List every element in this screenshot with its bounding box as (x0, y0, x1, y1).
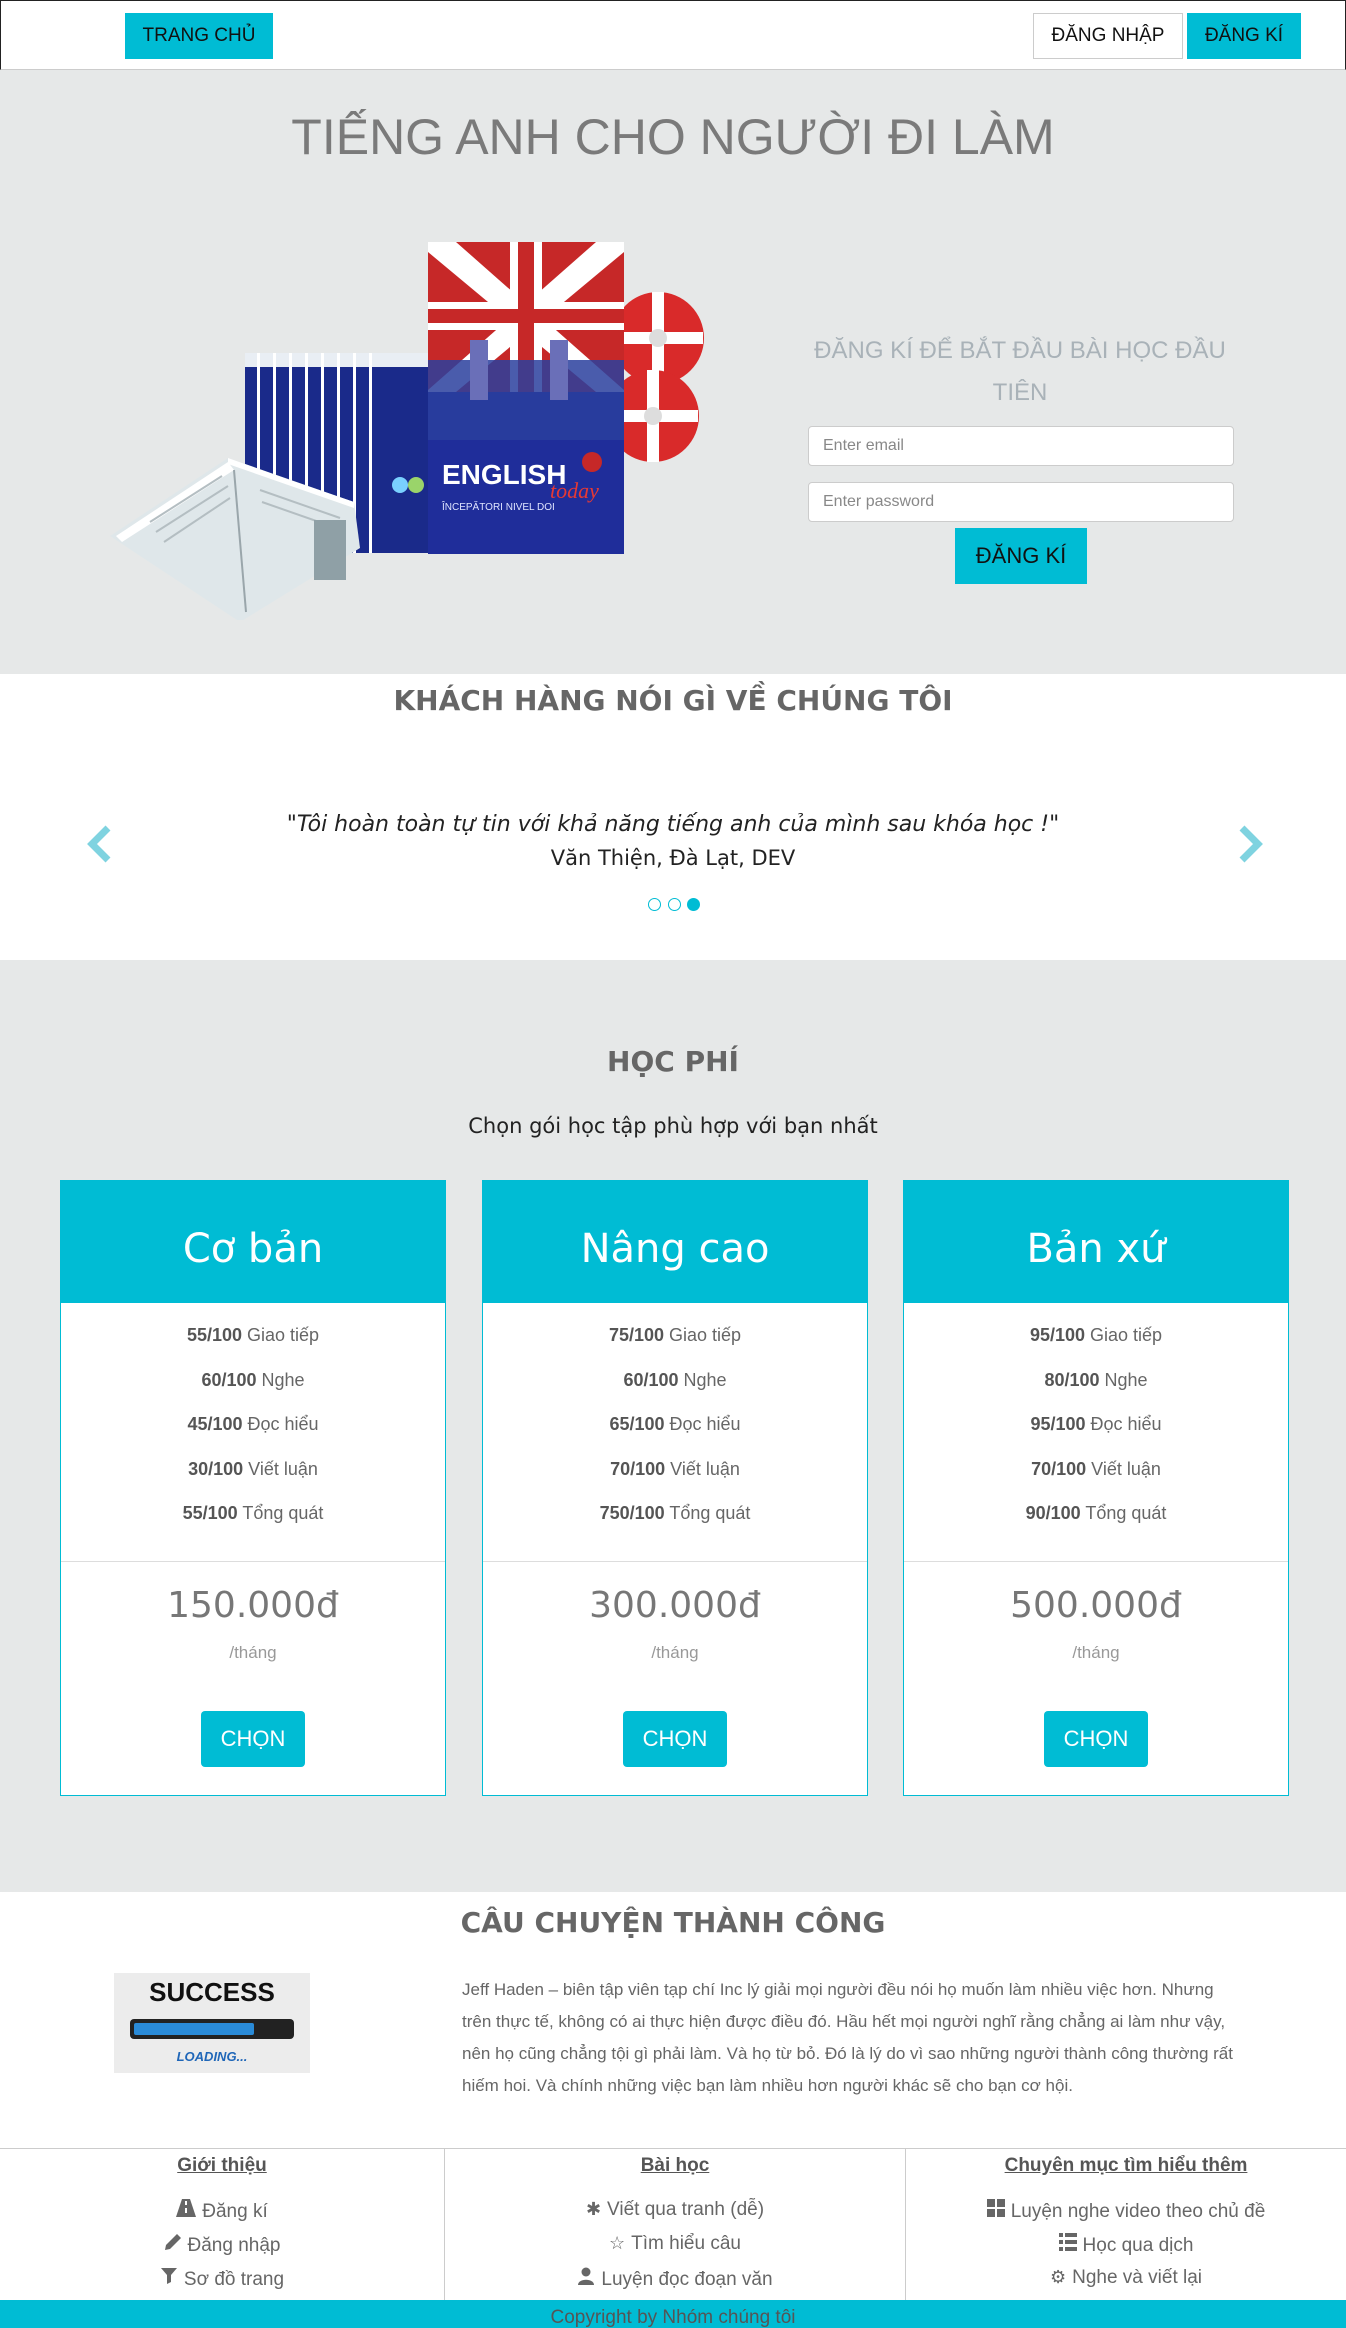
hero-section: TIẾNG ANH CHO NGƯỜI ĐI LÀM ENGLISH today… (0, 70, 1346, 674)
plan-divider (483, 1561, 867, 1562)
testimonial-quote: "Tôi hoàn toàn tự tin với khả năng tiếng… (286, 812, 1060, 837)
signup-submit-button[interactable]: ĐĂNG KÍ (955, 528, 1087, 584)
email-input[interactable] (808, 426, 1234, 466)
pricing-heading: HỌC PHÍ (607, 1045, 739, 1078)
pricing-subtitle: Chọn gói học tập phù hợp với bạn nhất (468, 1114, 878, 1138)
choose-plan-button[interactable]: CHỌN (1044, 1711, 1148, 1767)
plan-feature: 75/100 Giao tiếp (608, 1325, 742, 1345)
plan-period: /tháng (651, 1643, 699, 1662)
hero-title: TIẾNG ANH CHO NGƯỜI ĐI LÀM (291, 109, 1055, 165)
choose-plan-button[interactable]: CHỌN (623, 1711, 727, 1767)
plan-name: Bản xứ (904, 1181, 1288, 1303)
filter-icon (160, 2268, 177, 2284)
login-button[interactable]: ĐĂNG NHẬP (1033, 13, 1183, 59)
home-button[interactable]: TRANG CHỦ (125, 13, 273, 59)
footer-link-dictation[interactable]: ⚙ Nghe và viết lại (906, 2267, 1346, 2289)
success-image-caption: LOADING... (177, 2049, 248, 2064)
plan-feature: 70/100 Viết luận (1031, 1459, 1161, 1479)
plan-feature: 60/100 Nghe (201, 1370, 305, 1390)
plan-divider (61, 1561, 445, 1562)
copyright-bar: Copyright by Nhóm chúng tôi (0, 2300, 1346, 2328)
top-navbar: TRANG CHỦ ĐĂNG NHẬP ĐĂNG KÍ (0, 0, 1346, 70)
plan-period: /tháng (1072, 1643, 1120, 1662)
star-icon: ☆ (609, 2233, 626, 2253)
success-loading-image: SUCCESS LOADING... (114, 1973, 310, 2073)
user-icon (578, 2267, 595, 2285)
footer-link-video-listening[interactable]: Luyện nghe video theo chủ đề (906, 2199, 1346, 2223)
success-story-section: CÂU CHUYỆN THÀNH CÔNG SUCCESS LOADING...… (0, 1892, 1346, 2148)
pencil-icon (164, 2234, 181, 2250)
testimonials-section: KHÁCH HÀNG NÓI GÌ VỀ CHÚNG TÔI "Tôi hoàn… (0, 674, 1346, 960)
footer-link-reading[interactable]: Luyện đọc đoạn văn (445, 2267, 905, 2291)
choose-plan-button[interactable]: CHỌN (201, 1711, 305, 1767)
product-box-title: ENGLISH (442, 459, 566, 490)
plan-feature: 80/100 Nghe (1044, 1370, 1148, 1390)
carousel-indicators (646, 898, 706, 914)
success-image-title: SUCCESS (149, 1977, 275, 2007)
plan-price: 500.000đ (1010, 1585, 1182, 1626)
plan-feature: 95/100 Đọc hiểu (1030, 1414, 1162, 1434)
english-course-product-image: ENGLISH today ÎNCEPĂTORI NIVEL DOI (110, 242, 704, 620)
success-story-text: Jeff Haden – biên tập viên tạp chí Inc l… (462, 1980, 1233, 2095)
footer-link-login[interactable]: Đăng nhập (0, 2233, 444, 2257)
carousel-dot[interactable] (648, 898, 661, 911)
footer-link-sitemap[interactable]: Sơ đồ trang (0, 2267, 444, 2291)
plan-feature: 65/100 Đọc hiểu (609, 1414, 741, 1434)
road-icon (176, 2199, 197, 2217)
plan-feature: 90/100 Tổng quát (1025, 1503, 1167, 1523)
footer-column-intro: Giới thiệu Đăng kí Đăng nhập Sơ đồ trang (0, 2149, 444, 2301)
footer-column-title[interactable]: Bài học (445, 2155, 905, 2177)
plan-feature: 45/100 Đọc hiểu (187, 1414, 319, 1434)
carousel-dot-active[interactable] (687, 898, 700, 911)
plan-feature: 95/100 Giao tiếp (1029, 1325, 1163, 1345)
plan-feature: 30/100 Viết luận (188, 1459, 318, 1479)
product-box-subtitle: ÎNCEPĂTORI NIVEL DOI (441, 500, 555, 513)
plan-feature: 750/100 Tổng quát (599, 1503, 751, 1523)
chevron-right-icon[interactable] (1236, 824, 1266, 864)
signup-nav-button[interactable]: ĐĂNG KÍ (1187, 13, 1301, 59)
password-input[interactable] (808, 482, 1234, 522)
plan-name: Cơ bản (61, 1181, 445, 1303)
footer-link-register[interactable]: Đăng kí (0, 2199, 444, 2223)
plan-period: /tháng (229, 1643, 277, 1662)
footer-links: Giới thiệu Đăng kí Đăng nhập Sơ đồ trang… (0, 2148, 1346, 2301)
plan-price: 150.000đ (167, 1585, 339, 1626)
pricing-section: HỌC PHÍ Chọn gói học tập phù hợp với bạn… (0, 960, 1346, 1892)
carousel-dot[interactable] (668, 898, 681, 911)
th-large-icon (986, 2199, 1005, 2217)
success-heading: CÂU CHUYỆN THÀNH CÔNG (460, 1906, 886, 1939)
signup-form-title: ĐĂNG KÍ ĐỂ BẮT ĐẦU BÀI HỌC ĐẦU TIÊN (814, 337, 1226, 406)
pricing-plan-native: Bản xứ 95/100 Giao tiếp 80/100 Nghe 95/1… (903, 1180, 1289, 1796)
footer-column-title[interactable]: Chuyên mục tìm hiểu thêm (906, 2155, 1346, 2177)
product-box-script: today (550, 478, 599, 503)
plan-feature: 60/100 Nghe (623, 1370, 727, 1390)
footer-column-title[interactable]: Giới thiệu (0, 2155, 444, 2177)
th-list-icon (1058, 2233, 1077, 2251)
plan-divider (904, 1561, 1288, 1562)
pricing-plan-advanced: Nâng cao 75/100 Giao tiếp 60/100 Nghe 65… (482, 1180, 868, 1796)
footer-link-sentences[interactable]: ☆ Tìm hiểu câu (445, 2233, 905, 2255)
pricing-plan-basic: Cơ bản 55/100 Giao tiếp 60/100 Nghe 45/1… (60, 1180, 446, 1796)
plan-feature: 55/100 Giao tiếp (186, 1325, 320, 1345)
plan-feature: 70/100 Viết luận (610, 1459, 740, 1479)
footer-link-translation[interactable]: Học qua dịch (906, 2233, 1346, 2257)
testimonials-heading: KHÁCH HÀNG NÓI GÌ VỀ CHÚNG TÔI (393, 684, 953, 717)
footer-column-lessons: Bài học ✱ Viết qua tranh (dễ) ☆ Tìm hiểu c… (444, 2149, 905, 2301)
plan-price: 300.000đ (589, 1585, 761, 1626)
footer-link-picture-writing[interactable]: ✱ Viết qua tranh (dễ) (445, 2199, 905, 2221)
testimonial-author: Văn Thiện, Đà Lạt, DEV (550, 846, 796, 870)
cog-icon: ⚙ (1049, 2267, 1067, 2287)
plan-name: Nâng cao (483, 1181, 867, 1303)
asterisk-icon: ✱ (585, 2199, 602, 2219)
footer-column-more: Chuyên mục tìm hiểu thêm Luyện nghe vide… (905, 2149, 1346, 2301)
plan-feature: 55/100 Tổng quát (182, 1503, 324, 1523)
